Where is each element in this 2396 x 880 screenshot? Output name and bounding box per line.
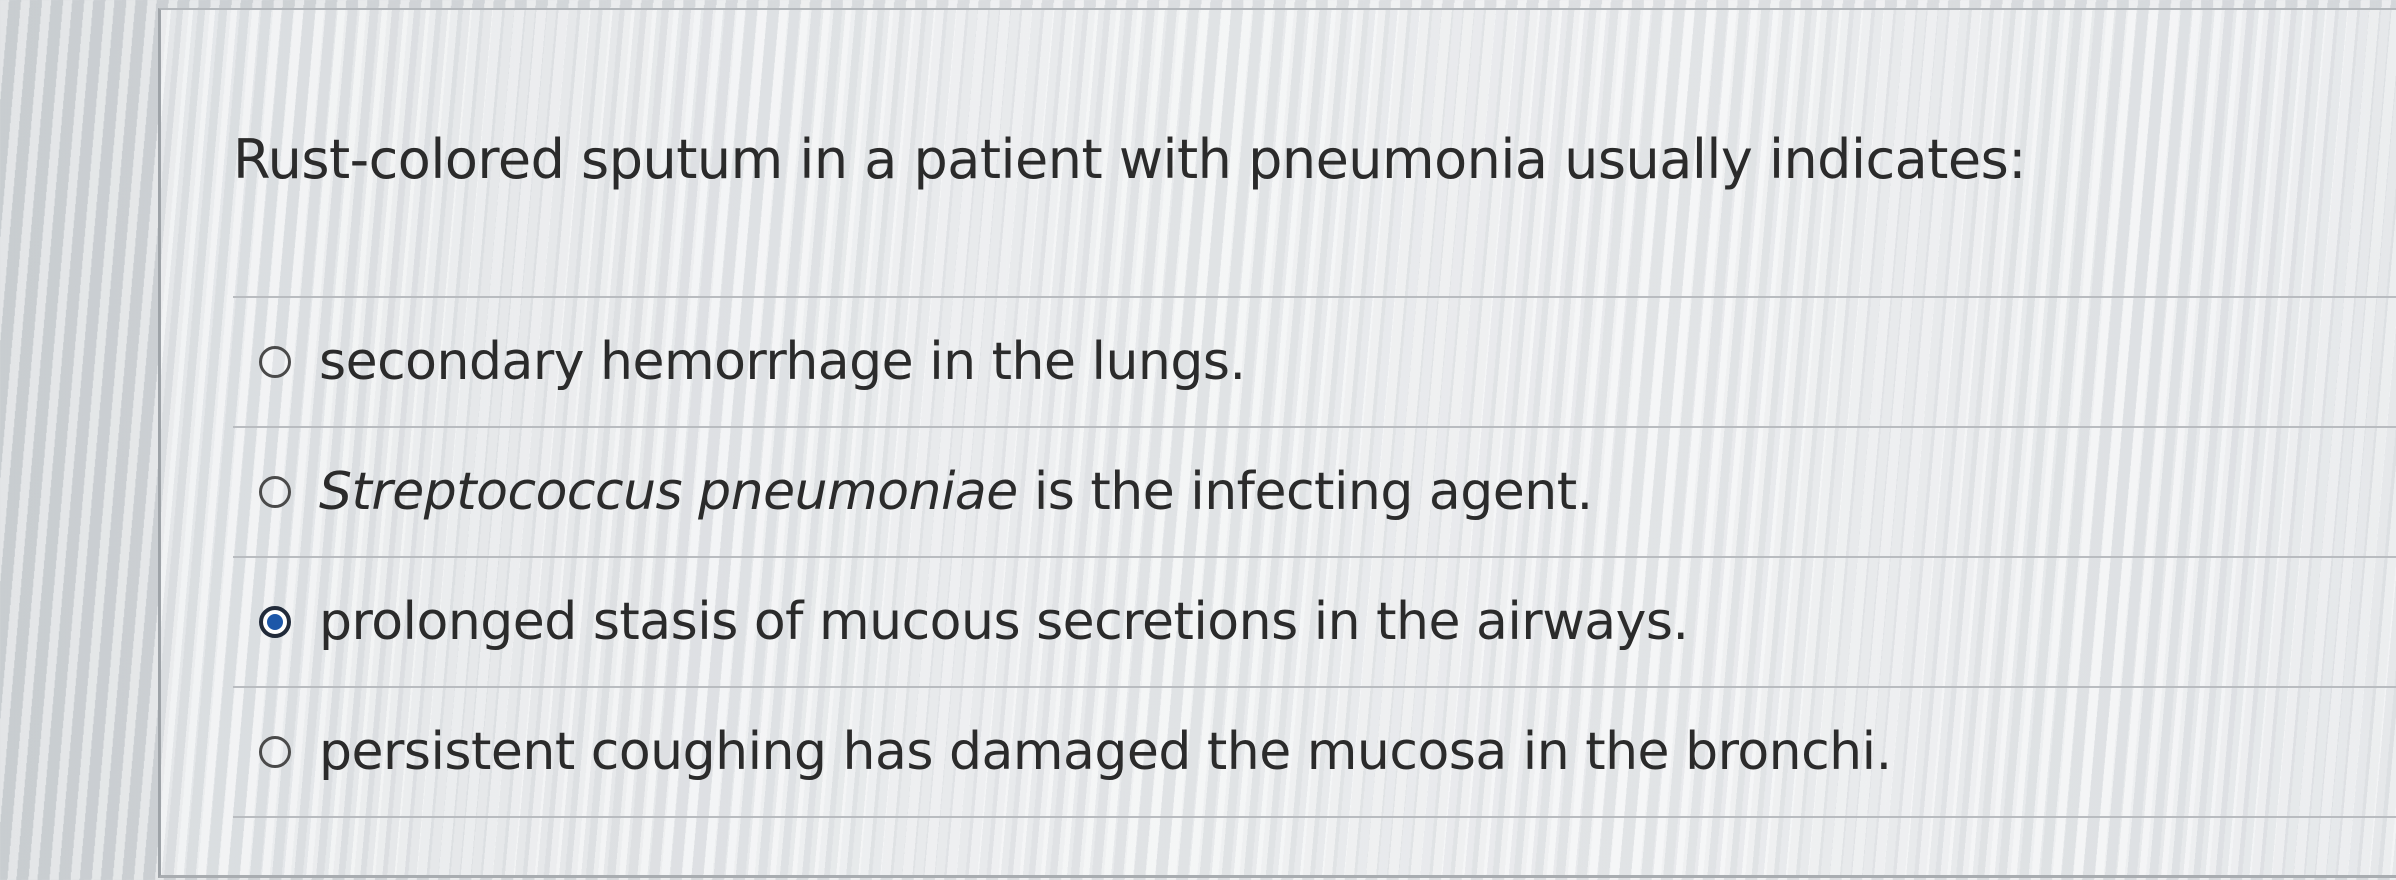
radio-button-d[interactable]: [259, 736, 291, 768]
answer-label-b: Streptococcus pneumoniae is the infectin…: [319, 462, 1593, 522]
question-text: Rust-colored sputum in a patient with pn…: [233, 128, 2026, 191]
answer-label-a: secondary hemorrhage in the lungs.: [319, 332, 1246, 392]
answer-label-c: prolonged stasis of mucous secretions in…: [319, 592, 1689, 652]
answer-option-c[interactable]: prolonged stasis of mucous secretions in…: [233, 558, 2396, 688]
answer-label-b-italic: Streptococcus pneumoniae: [319, 462, 1018, 522]
answer-label-d: persistent coughing has damaged the muco…: [319, 722, 1892, 782]
question-panel: Rust-colored sputum in a patient with pn…: [158, 8, 2396, 878]
answer-list: secondary hemorrhage in the lungs. Strep…: [233, 296, 2396, 818]
answer-option-a[interactable]: secondary hemorrhage in the lungs.: [233, 298, 2396, 428]
radio-button-c-selected[interactable]: [259, 606, 291, 638]
radio-button-a[interactable]: [259, 346, 291, 378]
answer-option-b[interactable]: Streptococcus pneumoniae is the infectin…: [233, 428, 2396, 558]
answer-label-b-rest: is the infecting agent.: [1017, 462, 1593, 522]
answer-option-d[interactable]: persistent coughing has damaged the muco…: [233, 688, 2396, 818]
radio-button-b[interactable]: [259, 476, 291, 508]
